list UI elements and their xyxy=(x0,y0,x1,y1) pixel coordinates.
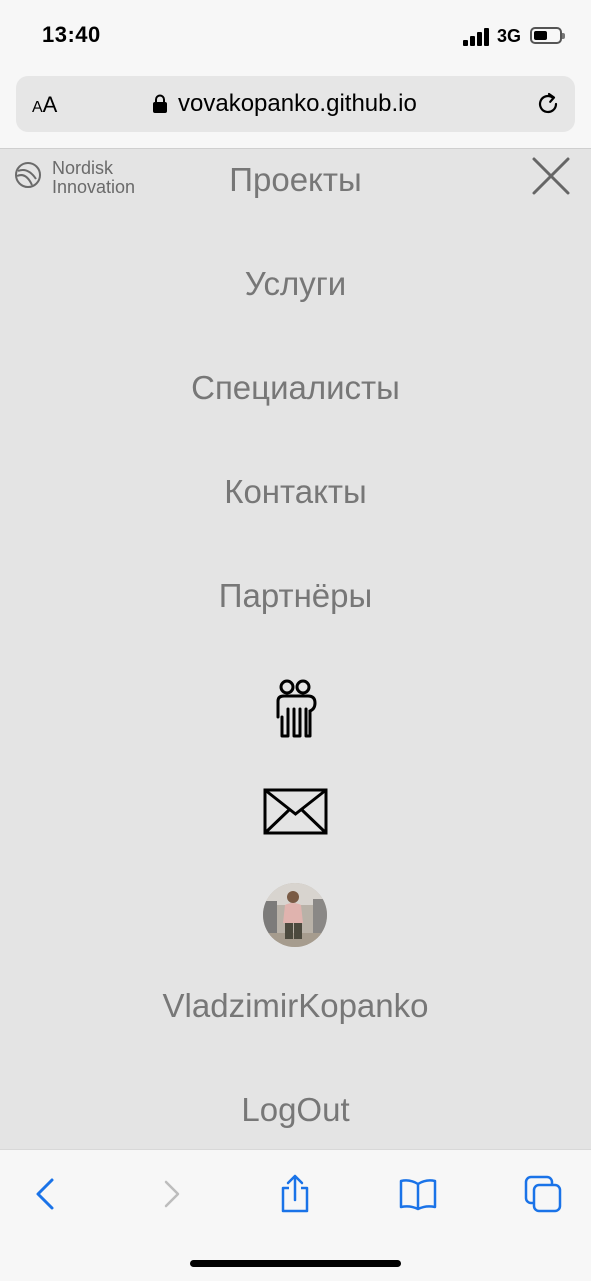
share-icon[interactable] xyxy=(275,1174,315,1214)
browser-toolbar xyxy=(0,1149,591,1281)
username[interactable]: VladzimirKopanko xyxy=(0,987,591,1025)
reader-text-size-button[interactable]: AA xyxy=(32,92,57,118)
tabs-icon[interactable] xyxy=(523,1174,563,1214)
logout-link[interactable]: LogOut xyxy=(0,1091,591,1129)
battery-icon xyxy=(530,27,565,44)
status-bar: 13:40 3G xyxy=(0,0,591,70)
people-icon[interactable] xyxy=(274,679,318,739)
nav-item-projects[interactable]: Проекты xyxy=(0,161,591,199)
nav-item-specialists[interactable]: Специалисты xyxy=(0,369,591,407)
status-time: 13:40 xyxy=(42,22,101,47)
avatar[interactable] xyxy=(263,883,327,947)
aa-small: A xyxy=(32,99,43,116)
nav-item-partners[interactable]: Партнёры xyxy=(0,577,591,615)
reload-icon[interactable] xyxy=(534,90,562,118)
nav-menu-overlay: Nordisk Innovation Проекты Услуги Специа… xyxy=(0,148,591,1150)
aa-big: A xyxy=(42,92,58,117)
url-text[interactable]: vovakopanko.github.io xyxy=(178,90,417,118)
signal-icon xyxy=(463,28,491,46)
forward-icon[interactable] xyxy=(152,1174,192,1214)
home-indicator xyxy=(190,1260,401,1267)
bookmarks-icon[interactable] xyxy=(398,1174,438,1214)
mail-icon[interactable] xyxy=(263,788,328,835)
network-type: 3G xyxy=(497,26,522,46)
lock-icon xyxy=(153,94,167,113)
nav-item-services[interactable]: Услуги xyxy=(0,265,591,303)
back-icon[interactable] xyxy=(26,1174,66,1214)
address-bar[interactable]: AA vovakopanko.github.io xyxy=(16,76,575,132)
nav-item-contacts[interactable]: Контакты xyxy=(0,473,591,511)
